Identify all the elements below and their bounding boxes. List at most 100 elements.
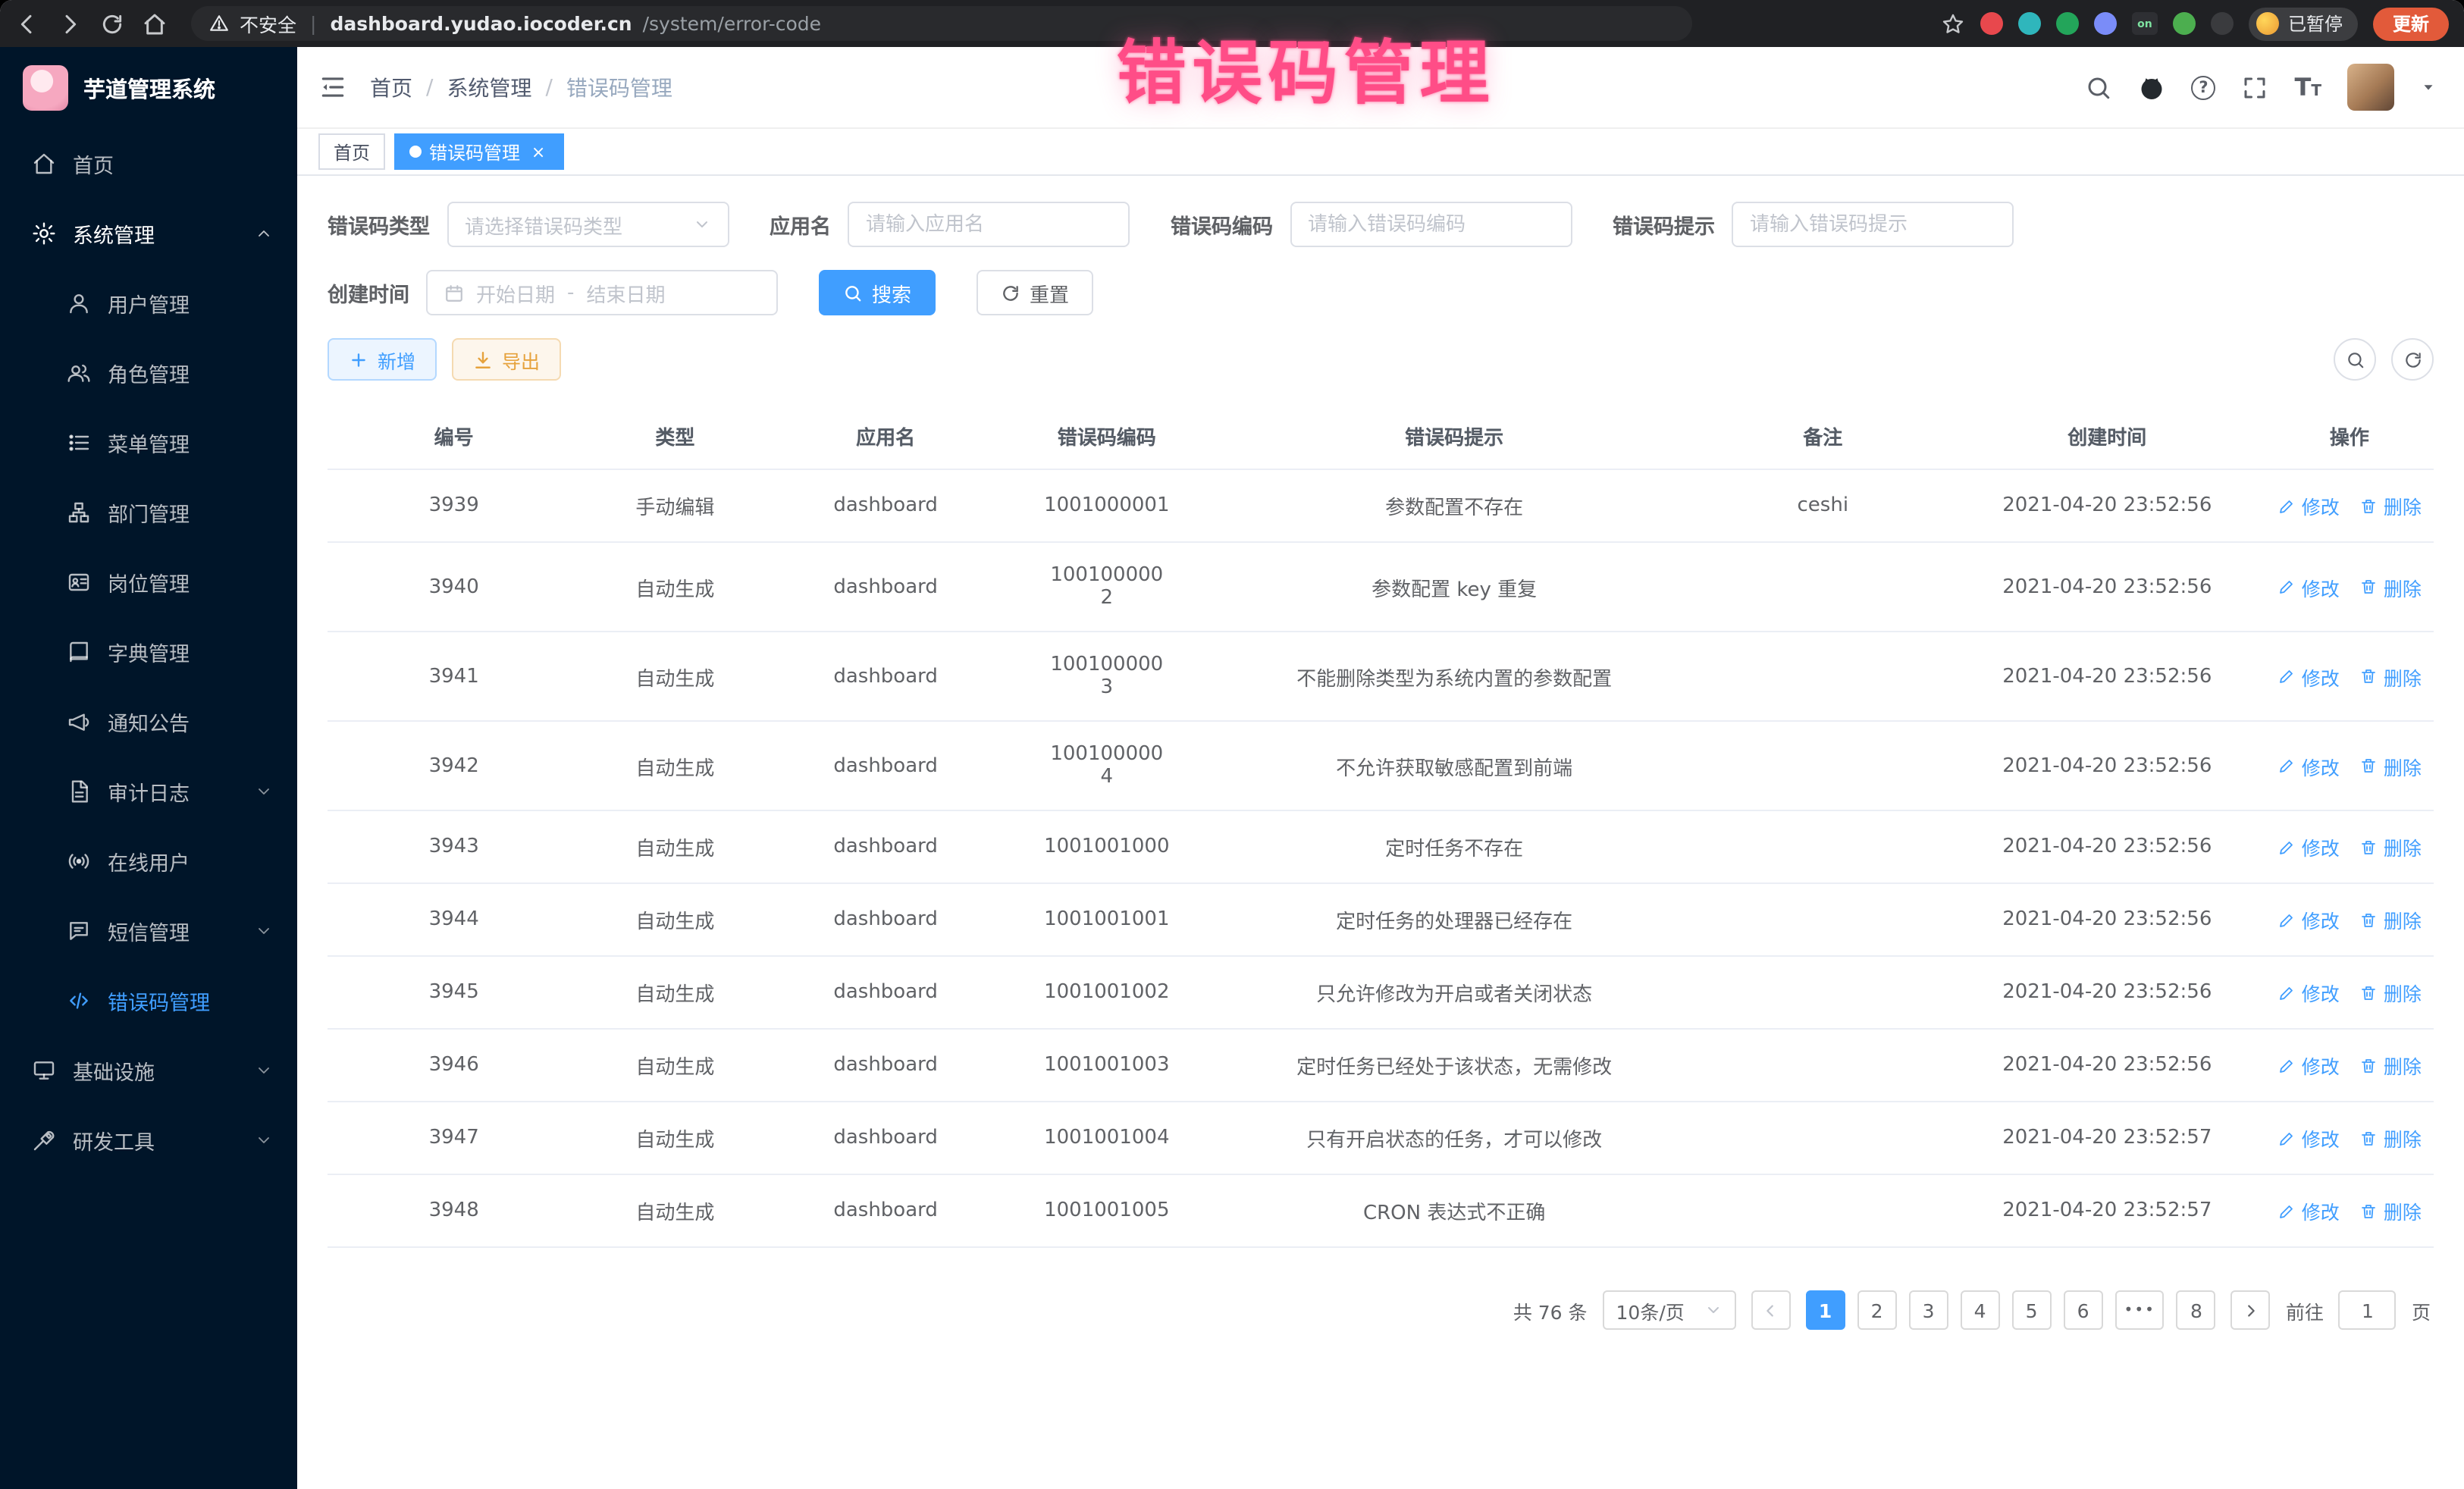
- page-button-5[interactable]: 5: [2012, 1290, 2052, 1330]
- app-name-input[interactable]: [848, 202, 1130, 247]
- chevron-down-icon[interactable]: [2420, 79, 2437, 96]
- page-button-4[interactable]: 4: [1961, 1290, 2000, 1330]
- edit-link[interactable]: 修改: [2277, 978, 2340, 1007]
- edit-link[interactable]: 修改: [2277, 662, 2340, 691]
- extension-icon-5[interactable]: [2173, 12, 2196, 35]
- search-button[interactable]: 搜索: [819, 270, 936, 315]
- sidebar-item-tools[interactable]: 研发工具: [0, 1105, 297, 1175]
- cell-remark: [1697, 1174, 1949, 1247]
- delete-link[interactable]: 删除: [2359, 662, 2422, 691]
- delete-link[interactable]: 删除: [2359, 1124, 2422, 1152]
- tab-error-code[interactable]: 错误码管理 ×: [394, 133, 564, 170]
- user-avatar[interactable]: [2347, 64, 2394, 111]
- sidebar-item-list[interactable]: 菜单管理: [0, 408, 297, 478]
- reload-icon[interactable]: [100, 11, 124, 36]
- export-button[interactable]: 导出: [452, 338, 561, 381]
- delete-link[interactable]: 删除: [2359, 751, 2422, 780]
- date-range-picker[interactable]: 开始日期 - 结束日期: [426, 270, 778, 315]
- cell-hint-text: 只有开启状态的任务，才可以修改: [1306, 1130, 1602, 1152]
- reset-button-label: 重置: [1030, 278, 1069, 307]
- sidebar-item-chat[interactable]: 短信管理: [0, 896, 297, 966]
- page-button-8[interactable]: 8: [2177, 1290, 2216, 1330]
- address-bar[interactable]: 不安全 | dashboard.yudao.iocoder.cn/system/…: [191, 6, 1692, 41]
- cell-remark: [1697, 632, 1949, 721]
- sidebar-item-megaphone[interactable]: 通知公告: [0, 687, 297, 757]
- bookmark-star-icon[interactable]: [1941, 11, 1965, 36]
- edit-link[interactable]: 修改: [2277, 491, 2340, 520]
- breadcrumb-system[interactable]: 系统管理: [447, 72, 531, 102]
- edit-link[interactable]: 修改: [2277, 832, 2340, 861]
- extension-icon-3[interactable]: [2056, 12, 2079, 35]
- edit-link[interactable]: 修改: [2277, 572, 2340, 601]
- add-button[interactable]: 新增: [328, 338, 437, 381]
- home-icon[interactable]: [143, 11, 167, 36]
- chevron-down-icon: [255, 782, 273, 801]
- sidebar-fold-icon[interactable]: [318, 73, 347, 102]
- filter-row-2: 创建时间 开始日期 - 结束日期 搜索 重置: [328, 270, 2434, 315]
- refresh-table-icon[interactable]: [2391, 338, 2434, 381]
- back-icon[interactable]: [15, 11, 39, 36]
- sidebar-item-online[interactable]: 在线用户: [0, 826, 297, 896]
- trash-icon: [2359, 1202, 2378, 1220]
- edit-link[interactable]: 修改: [2277, 751, 2340, 780]
- fullscreen-icon[interactable]: [2242, 74, 2269, 101]
- sidebar-item-home[interactable]: 首页: [0, 129, 297, 199]
- filter-hint: 错误码提示: [1613, 202, 2014, 247]
- prev-page-button[interactable]: [1751, 1290, 1791, 1330]
- page-button-2[interactable]: 2: [1857, 1290, 1897, 1330]
- sidebar-item-gear[interactable]: 系统管理: [0, 199, 297, 268]
- forward-icon[interactable]: [58, 11, 82, 36]
- error-hint-input[interactable]: [1732, 202, 2014, 247]
- update-button[interactable]: 更新: [2373, 7, 2449, 40]
- github-icon[interactable]: [2139, 74, 2166, 101]
- help-icon[interactable]: ?: [2192, 75, 2216, 99]
- close-icon[interactable]: ×: [528, 141, 549, 162]
- delete-link[interactable]: 删除: [2359, 491, 2422, 520]
- header-search-icon[interactable]: [2086, 74, 2113, 101]
- sidebar-item-tree[interactable]: 部门管理: [0, 478, 297, 547]
- trash-icon: [2359, 1056, 2378, 1074]
- page-button-3[interactable]: 3: [1909, 1290, 1948, 1330]
- delete-link[interactable]: 删除: [2359, 572, 2422, 601]
- edit-link[interactable]: 修改: [2277, 1196, 2340, 1225]
- extension-icon-2[interactable]: [2018, 12, 2041, 35]
- font-size-icon[interactable]: TT: [2295, 75, 2322, 99]
- sidebar-item-label: 系统管理: [73, 218, 155, 249]
- show-search-icon[interactable]: [2334, 338, 2376, 381]
- edit-link[interactable]: 修改: [2277, 1124, 2340, 1152]
- edit-link[interactable]: 修改: [2277, 1051, 2340, 1080]
- delete-link[interactable]: 删除: [2359, 832, 2422, 861]
- app-logo[interactable]: 芋道管理系统: [0, 47, 297, 129]
- delete-link[interactable]: 删除: [2359, 1051, 2422, 1080]
- delete-link[interactable]: 删除: [2359, 978, 2422, 1007]
- goto-label: 前往: [2286, 1296, 2324, 1324]
- delete-link[interactable]: 删除: [2359, 1196, 2422, 1225]
- extension-icon-1[interactable]: [1980, 12, 2003, 35]
- page-button-6[interactable]: 6: [2064, 1290, 2103, 1330]
- error-code-input[interactable]: [1290, 202, 1572, 247]
- sidebar-item-user[interactable]: 用户管理: [0, 268, 297, 338]
- page-size-select[interactable]: 10条/页: [1603, 1290, 1736, 1330]
- reset-button[interactable]: 重置: [977, 270, 1093, 315]
- pin-extension-icon[interactable]: [2211, 12, 2234, 35]
- sidebar-item-code[interactable]: 错误码管理: [0, 966, 297, 1036]
- next-page-button[interactable]: [2231, 1290, 2271, 1330]
- edit-link[interactable]: 修改: [2277, 905, 2340, 934]
- tab-home[interactable]: 首页: [318, 133, 385, 170]
- pager-ellipsis[interactable]: •••: [2115, 1290, 2165, 1330]
- sidebar-item-badge[interactable]: 岗位管理: [0, 547, 297, 617]
- page-button-1[interactable]: 1: [1806, 1290, 1845, 1330]
- sidebar-item-doc[interactable]: 审计日志: [0, 757, 297, 826]
- extension-icon-4[interactable]: [2094, 12, 2117, 35]
- paused-badge[interactable]: 已暂停: [2249, 7, 2358, 40]
- breadcrumb-home[interactable]: 首页: [370, 72, 412, 102]
- error-type-select[interactable]: 请选择错误码类型: [447, 202, 729, 247]
- sidebar-item-infra[interactable]: 基础设施: [0, 1036, 297, 1105]
- delete-label: 删除: [2384, 832, 2422, 861]
- sidebar-item-book[interactable]: 字典管理: [0, 617, 297, 687]
- delete-link[interactable]: 删除: [2359, 905, 2422, 934]
- extension-on-badge-icon[interactable]: on: [2132, 12, 2158, 35]
- sidebar-item-users[interactable]: 角色管理: [0, 338, 297, 408]
- cell-id-text: 3942: [429, 754, 479, 777]
- goto-page-input[interactable]: [2339, 1290, 2397, 1330]
